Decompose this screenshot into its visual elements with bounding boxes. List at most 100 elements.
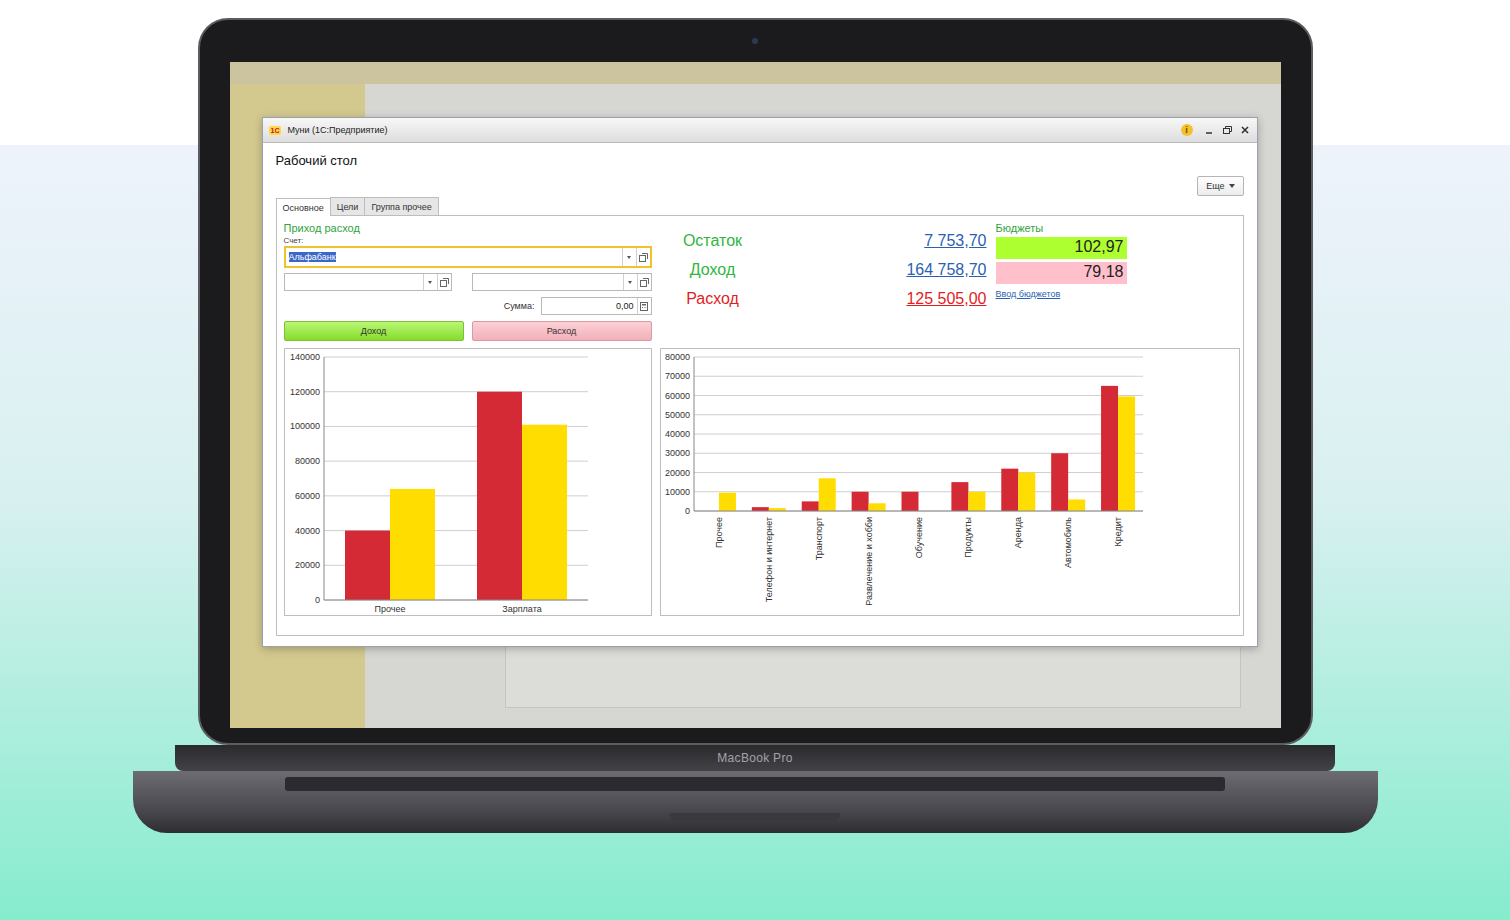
- tick-label: 0: [314, 595, 319, 605]
- grid-line: [694, 395, 1143, 396]
- bar[interactable]: [390, 489, 435, 600]
- expense-button[interactable]: Расход: [472, 321, 652, 341]
- category-axis: [694, 511, 1143, 512]
- bar[interactable]: [1051, 453, 1068, 511]
- tick-label: 20000: [294, 560, 319, 570]
- open-icon: [440, 278, 449, 287]
- bar[interactable]: [968, 492, 985, 511]
- tab[interactable]: Цели: [330, 197, 366, 215]
- open-button[interactable]: [437, 274, 451, 290]
- budget-link[interactable]: Ввод бюджетов: [996, 289, 1127, 299]
- category-label: Зарплата: [502, 604, 541, 614]
- title-bar: 1С Муни (1С:Предприятие) i: [263, 118, 1257, 143]
- bar[interactable]: [1018, 473, 1035, 512]
- grid-line: [694, 414, 1143, 415]
- tick-label: 0: [684, 506, 689, 516]
- category-label: Продукты: [963, 517, 973, 558]
- total-value[interactable]: 164 758,70: [754, 261, 987, 279]
- tick-label: 40000: [664, 429, 689, 439]
- calculator-button[interactable]: [637, 298, 651, 314]
- sum-label: Сумма:: [504, 301, 535, 311]
- bar[interactable]: [1001, 469, 1018, 511]
- more-button[interactable]: Еще: [1197, 176, 1243, 196]
- tick-label: 30000: [664, 448, 689, 458]
- income-button[interactable]: Доход: [284, 321, 464, 341]
- entry-title: Приход расход: [284, 222, 652, 234]
- category-label: Транспорт: [813, 517, 823, 560]
- open-icon: [639, 253, 648, 262]
- grid-line: [694, 434, 1143, 435]
- restore-icon[interactable]: [1221, 124, 1233, 136]
- bar[interactable]: [951, 482, 968, 511]
- category-label: Аренда: [1013, 517, 1023, 548]
- keyboard: [285, 777, 1225, 791]
- bar[interactable]: [1101, 386, 1118, 511]
- category-label: Развлечение и хобби: [863, 517, 873, 606]
- budget-value: 79,18: [996, 262, 1127, 284]
- bar[interactable]: [801, 501, 818, 511]
- bar[interactable]: [477, 392, 522, 600]
- tab-bar: ОсновноеЦелиГруппа прочее: [276, 197, 1244, 215]
- bar[interactable]: [718, 493, 735, 511]
- sum-field[interactable]: 0,00: [541, 297, 652, 315]
- bar[interactable]: [1068, 499, 1085, 511]
- tab-panel: Приход расход Счет: Альфабанк Сумма: 0,0…: [276, 215, 1244, 636]
- category-axis: [324, 600, 588, 601]
- account-field[interactable]: Альфабанк: [284, 246, 652, 268]
- page-title: Рабочий стол: [276, 153, 1244, 168]
- bar[interactable]: [522, 425, 567, 600]
- dropdown-arrow-icon: [428, 281, 432, 284]
- tick-label: 100000: [289, 421, 319, 431]
- entry-field[interactable]: [284, 273, 452, 291]
- grid-line: [324, 391, 588, 392]
- category-label: Кредит: [1113, 517, 1123, 546]
- bar[interactable]: [851, 492, 868, 511]
- category-label: Обучение: [913, 517, 923, 558]
- tab[interactable]: Основное: [276, 198, 331, 216]
- app-logo: 1С: [269, 126, 282, 135]
- open-button[interactable]: [637, 274, 651, 290]
- page: 1С Муни (1С:Предприятие) i Рабочий стол …: [0, 0, 1510, 920]
- bar[interactable]: [751, 507, 768, 511]
- camera-icon: [752, 38, 758, 44]
- open-button[interactable]: [636, 248, 650, 266]
- dropdown-button[interactable]: [423, 274, 437, 290]
- background-app-toolbar: [230, 62, 1281, 84]
- open-icon: [640, 278, 649, 287]
- close-icon[interactable]: [1239, 124, 1251, 136]
- bar[interactable]: [1118, 396, 1135, 511]
- tick-label: 80000: [664, 352, 689, 362]
- totals: Остаток 7 753,70Доход 164 758,70Расход 1…: [680, 226, 987, 341]
- budgets-title: Бюджеты: [996, 222, 1127, 234]
- bar[interactable]: [818, 478, 835, 511]
- total-value[interactable]: 125 505,00: [754, 290, 987, 308]
- info-button[interactable]: i: [1181, 124, 1193, 136]
- grid-line: [694, 376, 1143, 377]
- tick-label: 40000: [294, 526, 319, 536]
- budgets: Бюджеты 102,9779,18 Ввод бюджетов: [996, 222, 1127, 341]
- category-label: Автомобиль: [1063, 517, 1073, 568]
- dropdown-arrow-icon: [627, 256, 631, 259]
- category-label: Прочее: [713, 517, 723, 548]
- dropdown-button[interactable]: [622, 248, 636, 266]
- tick-label: 140000: [289, 352, 319, 362]
- category-label: Прочее: [374, 604, 405, 614]
- total-value[interactable]: 7 753,70: [754, 232, 987, 250]
- bar[interactable]: [345, 531, 390, 600]
- entry-field[interactable]: [472, 273, 652, 291]
- grid-line: [694, 511, 1143, 512]
- entry-form: Приход расход Счет: Альфабанк Сумма: 0,0…: [284, 222, 652, 341]
- account-label: Счет:: [284, 236, 652, 245]
- total-label: Расход: [680, 290, 746, 308]
- trackpad-notch: [670, 813, 840, 821]
- laptop-hinge: MacBook Pro: [175, 745, 1335, 771]
- laptop-label: MacBook Pro: [717, 751, 792, 765]
- bar[interactable]: [868, 503, 885, 511]
- tick-label: 70000: [664, 371, 689, 381]
- grid-line: [324, 600, 588, 601]
- bar-chart: 020000400006000080000100000120000140000П…: [284, 348, 652, 616]
- bar[interactable]: [901, 492, 918, 511]
- dropdown-button[interactable]: [623, 274, 637, 290]
- minimize-icon[interactable]: [1203, 124, 1215, 136]
- tab[interactable]: Группа прочее: [364, 197, 438, 215]
